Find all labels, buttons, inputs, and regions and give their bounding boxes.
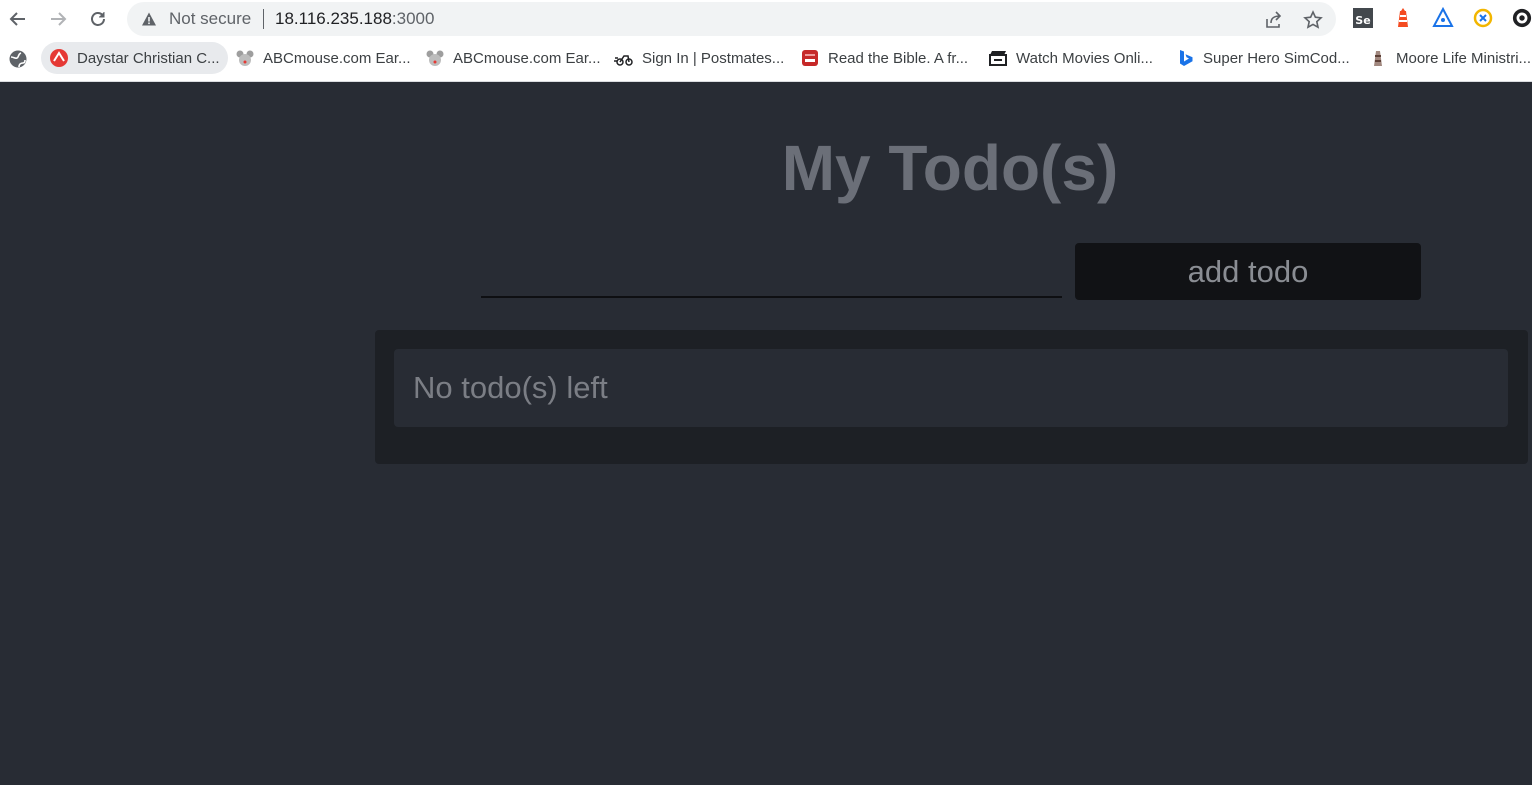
bookmark-movies[interactable]: Watch Movies Onli... [980, 42, 1161, 74]
todo-list-panel: No todo(s) left [375, 330, 1528, 464]
bookmark-label: Super Hero SimCod... [1203, 49, 1350, 67]
bookmark-simcode[interactable]: Super Hero SimCod... [1167, 42, 1358, 74]
lighthouse-icon [1398, 8, 1408, 27]
bookmark-label: ABCmouse.com Ear... [453, 49, 601, 67]
back-button[interactable] [5, 6, 31, 32]
profile-avatar-button[interactable] [1512, 7, 1532, 29]
abcmouse-icon [425, 48, 445, 68]
lighthouse-tower-icon [1368, 48, 1388, 68]
bookmark-label: Watch Movies Onli... [1016, 49, 1153, 67]
add-todo-button[interactable]: add todo [1075, 243, 1421, 300]
address-bar[interactable]: Not secure 18.116.235.188:3000 [127, 2, 1336, 36]
page-title: My Todo(s) [781, 132, 1119, 204]
movie-clapper-icon [988, 48, 1008, 68]
forward-arrow-icon [51, 12, 67, 26]
bookmarks-bar: Daystar Christian C... ABCmouse.com Ear.… [0, 40, 1532, 76]
globe-icon[interactable] [8, 49, 28, 69]
svg-text:Se: Se [1355, 14, 1370, 27]
bookmark-bible[interactable]: Read the Bible. A fr... [792, 42, 976, 74]
bookmark-label: ABCmouse.com Ear... [263, 49, 411, 67]
url-port: :3000 [391, 9, 435, 28]
security-label[interactable]: Not secure [169, 10, 251, 28]
browser-chrome: Not secure 18.116.235.188:3000 Se Daysta… [0, 0, 1532, 82]
bookmark-star-button[interactable] [1302, 9, 1324, 31]
bookmark-label: Moore Life Ministri... [1396, 49, 1532, 67]
triangle-extension-icon [1432, 7, 1454, 27]
lighthouse-extension-button[interactable] [1392, 7, 1414, 29]
selenium-icon: Se [1353, 8, 1373, 28]
share-icon [1266, 11, 1282, 28]
bookmark-daystar[interactable]: Daystar Christian C... [41, 42, 228, 74]
bookmark-abcmouse-2[interactable]: ABCmouse.com Ear... [417, 42, 609, 74]
daystar-icon [49, 48, 69, 68]
reload-icon [91, 12, 105, 26]
bookmark-abcmouse-1[interactable]: ABCmouse.com Ear... [227, 42, 419, 74]
bookmark-label: Sign In | Postmates... [642, 49, 785, 67]
bookmark-label: Daystar Christian C... [77, 49, 220, 67]
extension-triangle-button[interactable] [1432, 7, 1454, 29]
reload-button[interactable] [85, 6, 111, 32]
bookmark-label: Read the Bible. A fr... [828, 49, 969, 67]
postmates-icon [614, 48, 634, 68]
bookmark-postmates[interactable]: Sign In | Postmates... [606, 42, 792, 74]
star-icon [1303, 10, 1323, 29]
share-button[interactable] [1262, 9, 1284, 31]
bing-icon [1175, 48, 1195, 68]
profile-avatar-icon [1512, 8, 1532, 28]
extension-circle-button[interactable] [1472, 7, 1494, 29]
compass-extension-icon [1473, 8, 1493, 28]
abcmouse-icon [235, 48, 255, 68]
warning-icon[interactable] [140, 10, 158, 28]
address-divider [263, 9, 264, 29]
todo-input[interactable] [481, 258, 1062, 298]
url-host: 18.116.235.188 [275, 9, 392, 28]
bible-icon [800, 48, 820, 68]
empty-todo-message: No todo(s) left [394, 349, 1508, 427]
back-arrow-icon [9, 12, 25, 26]
bookmark-moore-life[interactable]: Moore Life Ministri... [1360, 42, 1532, 74]
url-text[interactable]: 18.116.235.188:3000 [275, 10, 434, 28]
forward-button[interactable] [45, 6, 71, 32]
selenium-extension-button[interactable]: Se [1352, 7, 1374, 29]
